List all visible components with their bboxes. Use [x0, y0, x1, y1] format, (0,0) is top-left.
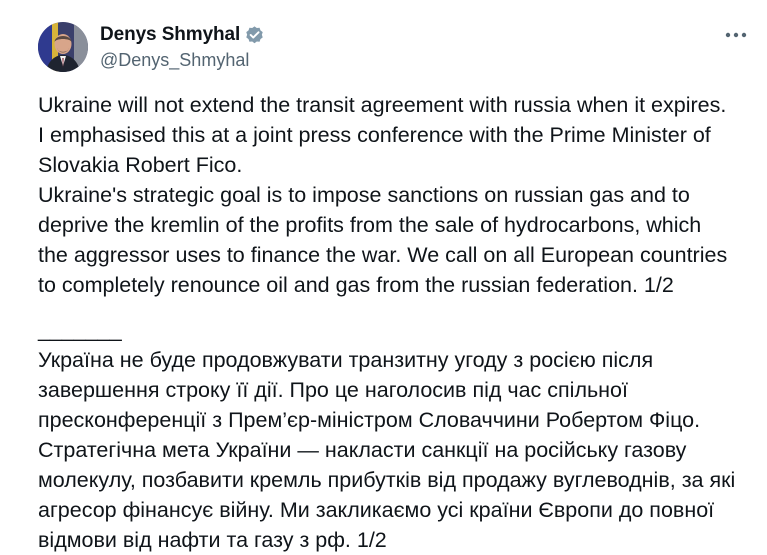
tweet-line: пресконференції з Прем’єр-міністром Слов… [38, 408, 701, 432]
separator-line: _______ [38, 318, 122, 342]
tweet-line: Україна не буде продовжувати транзитну у… [38, 348, 654, 372]
tweet-line: I emphasised this at a joint press confe… [38, 123, 711, 147]
tweet-line: відмови від нафти та газу з рф. 1/2 [38, 528, 387, 552]
tweet-line: завершення строку її дії. Про це наголос… [38, 378, 628, 402]
name-row: Denys Shmyhal [100, 23, 265, 47]
tweet-line: Slovakia Robert Fico. [38, 153, 243, 177]
tweet-line: to completely renounce oil and gas from … [38, 273, 674, 297]
tweet: Denys Shmyhal @Denys_Shmyhal Ukraine wil… [0, 0, 767, 552]
more-horizontal-icon [725, 32, 747, 38]
tweet-line: the aggressor uses to finance the war. W… [38, 243, 728, 267]
author-names: Denys Shmyhal @Denys_Shmyhal [100, 23, 265, 71]
tweet-line: Стратегічна мета України — накласти санк… [38, 438, 687, 462]
author-handle[interactable]: @Denys_Shmyhal [100, 50, 265, 71]
tweet-line: агресор фінансує війну. Ми закликаємо ус… [38, 498, 715, 522]
tweet-header: Denys Shmyhal @Denys_Shmyhal [38, 21, 265, 73]
tweet-line: молекулу, позбавити кремль прибутків від… [38, 468, 736, 492]
author-display-name[interactable]: Denys Shmyhal [100, 24, 240, 46]
tweet-line: Ukraine will not extend the transit agre… [38, 93, 727, 117]
more-options-button[interactable] [723, 24, 749, 46]
verified-badge-icon[interactable] [244, 25, 265, 46]
tweet-text: Ukraine will not extend the transit agre… [38, 90, 758, 555]
tweet-line: deprive the kremlin of the profits from … [38, 213, 702, 237]
avatar[interactable] [38, 22, 88, 72]
tweet-line: Ukraine's strategic goal is to impose sa… [38, 183, 690, 207]
